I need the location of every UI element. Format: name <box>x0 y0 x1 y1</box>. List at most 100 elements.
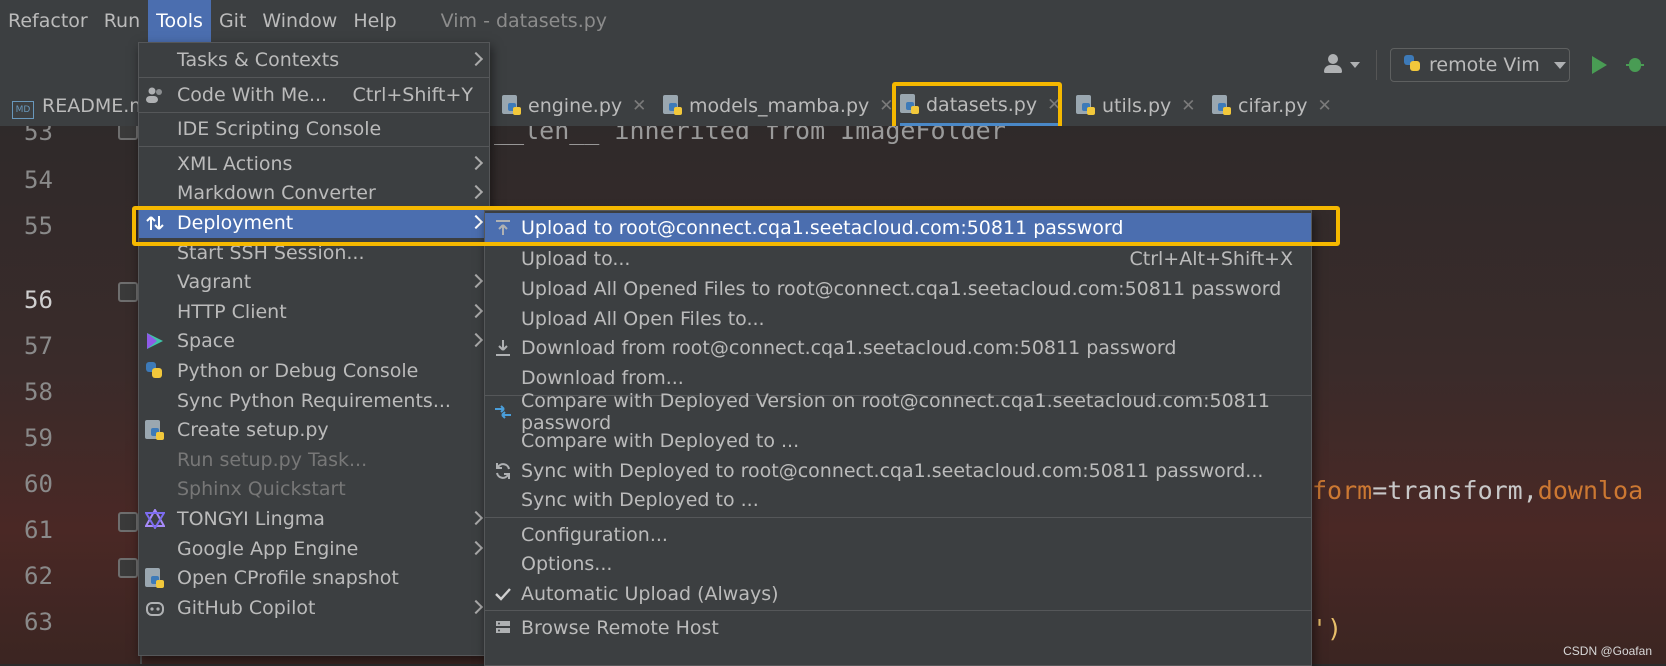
menu-item-tasks-contexts[interactable]: Tasks & Contexts <box>139 45 489 75</box>
submenu-item-upload-to-default[interactable]: Upload to root@connect.cqa1.seetacloud.c… <box>485 213 1311 243</box>
submenu-item-label: Upload to... <box>521 248 631 270</box>
menu-item-label: Open CProfile snapshot <box>177 567 399 589</box>
fold-marker-icon[interactable] <box>118 558 138 578</box>
toolbar-separator <box>1376 50 1377 80</box>
submenu-item-compare-deployed-default[interactable]: Compare with Deployed Version on root@co… <box>485 390 1311 434</box>
line-number: 54 <box>24 166 53 194</box>
python-icon <box>1403 54 1421 77</box>
submenu-item-download-from[interactable]: Download from... <box>485 363 1311 393</box>
menu-separator <box>139 112 489 113</box>
submenu-item-compare-deployed-to[interactable]: Compare with Deployed to ... <box>485 426 1311 456</box>
watermark: CSDN @Goafan <box>1563 644 1652 658</box>
menu-git[interactable]: Git <box>211 0 254 42</box>
tab-label: models_mamba.py <box>689 95 870 117</box>
upload-icon <box>493 218 513 238</box>
submenu-item-upload-to[interactable]: Upload to... Ctrl+Alt+Shift+X <box>485 244 1311 274</box>
download-icon <box>493 338 513 358</box>
menu-item-label: HTTP Client <box>177 301 287 323</box>
close-icon[interactable]: ✕ <box>1317 96 1331 116</box>
chevron-right-icon <box>468 155 484 171</box>
fold-marker-icon[interactable] <box>118 126 138 140</box>
submenu-item-label: Download from... <box>521 367 684 389</box>
menu-item-tongyi-lingma[interactable]: TONGYI Lingma <box>139 504 489 534</box>
code-token: downloa <box>1537 476 1644 505</box>
tab-utils[interactable]: utils.py ✕ <box>1076 86 1196 126</box>
run-config-selector[interactable]: remote Vim <box>1390 48 1570 82</box>
submenu-item-label: Sync with Deployed to ... <box>521 489 759 511</box>
menu-item-label: TONGYI Lingma <box>177 508 325 530</box>
close-icon[interactable]: ✕ <box>1047 95 1061 115</box>
tools-menu: Tasks & Contexts Code With Me... Ctrl+Sh… <box>138 42 490 656</box>
menu-item-http-client[interactable]: HTTP Client <box>139 297 489 327</box>
menu-item-deployment[interactable]: Deployment <box>139 208 489 238</box>
close-icon[interactable]: ✕ <box>632 96 646 116</box>
run-icon[interactable] <box>1592 56 1607 74</box>
menu-item-label: Markdown Converter <box>177 182 376 204</box>
line-number: 58 <box>24 378 53 406</box>
menu-item-label: Run setup.py Task... <box>177 449 368 471</box>
menu-item-sphinx-quickstart: Sphinx Quickstart <box>139 474 489 504</box>
window-title: Vim - datasets.py <box>440 10 608 32</box>
line-number: 56 <box>24 286 53 314</box>
submenu-item-configuration[interactable]: Configuration... <box>485 520 1311 550</box>
menu-run[interactable]: Run <box>96 0 148 42</box>
menu-item-code-with-me[interactable]: Code With Me... Ctrl+Shift+Y <box>139 80 489 110</box>
menu-item-google-app-engine[interactable]: Google App Engine <box>139 534 489 564</box>
people-icon <box>145 85 165 105</box>
menu-item-markdown-converter[interactable]: Markdown Converter <box>139 178 489 208</box>
menu-item-python-debug-console[interactable]: Python or Debug Console <box>139 356 489 386</box>
menu-item-label: Tasks & Contexts <box>177 49 340 71</box>
menu-item-sync-python-requirements[interactable]: Sync Python Requirements... <box>139 386 489 416</box>
tab-label: engine.py <box>528 95 623 117</box>
submenu-item-upload-all-opened[interactable]: Upload All Opened Files to root@connect.… <box>485 274 1311 304</box>
sync-icon <box>493 461 513 481</box>
menu-item-label: GitHub Copilot <box>177 597 316 619</box>
menu-window[interactable]: Window <box>254 0 345 42</box>
menu-tools[interactable]: Tools <box>148 0 211 42</box>
fold-marker-icon[interactable] <box>118 512 138 532</box>
close-icon[interactable]: ✕ <box>879 96 893 116</box>
fold-marker-icon[interactable] <box>118 282 138 302</box>
menu-refactor[interactable]: Refactor <box>0 0 96 42</box>
menu-separator <box>139 146 489 147</box>
submenu-item-browse-remote-host[interactable]: Browse Remote Host <box>485 613 1311 643</box>
menu-item-run-setup-py-task: Run setup.py Task... <box>139 445 489 475</box>
menu-item-label: Sphinx Quickstart <box>177 478 346 500</box>
tab-readme[interactable]: MD README.m <box>12 86 148 126</box>
submenu-item-upload-all-open-to[interactable]: Upload All Open Files to... <box>485 304 1311 334</box>
submenu-item-sync-deployed-default[interactable]: Sync with Deployed to root@connect.cqa1.… <box>485 456 1311 486</box>
submenu-item-automatic-upload[interactable]: Automatic Upload (Always) <box>485 579 1311 609</box>
debug-icon[interactable] <box>1626 54 1644 74</box>
menu-item-start-ssh-session[interactable]: Start SSH Session... <box>139 238 489 268</box>
line-number: 59 <box>24 424 53 452</box>
menu-item-space[interactable]: Space <box>139 326 489 356</box>
menu-item-label: Code With Me... <box>177 84 328 106</box>
submenu-separator <box>485 517 1311 518</box>
menu-item-open-cprofile-snapshot[interactable]: Open CProfile snapshot <box>139 563 489 593</box>
close-icon[interactable]: ✕ <box>1181 96 1195 116</box>
tab-datasets[interactable]: datasets.py ✕ <box>900 86 1062 126</box>
python-file-icon <box>1076 95 1096 117</box>
submenu-item-download-from-default[interactable]: Download from root@connect.cqa1.seetaclo… <box>485 333 1311 363</box>
deployment-submenu: Upload to root@connect.cqa1.seetacloud.c… <box>484 210 1312 666</box>
tab-models-mamba[interactable]: models_mamba.py ✕ <box>663 86 894 126</box>
menu-separator <box>139 77 489 78</box>
menu-item-ide-scripting-console[interactable]: IDE Scripting Console <box>139 114 489 144</box>
submenu-item-label: Automatic Upload (Always) <box>521 583 779 605</box>
tab-engine[interactable]: engine.py ✕ <box>502 86 646 126</box>
tab-label: cifar.py <box>1238 95 1308 117</box>
menu-help[interactable]: Help <box>345 0 404 42</box>
menu-item-label: Start SSH Session... <box>177 242 365 264</box>
menu-item-create-setup-py[interactable]: Create setup.py <box>139 415 489 445</box>
submenu-item-options[interactable]: Options... <box>485 549 1311 579</box>
submenu-item-shortcut: Ctrl+Alt+Shift+X <box>1129 248 1294 270</box>
menu-item-xml-actions[interactable]: XML Actions <box>139 149 489 179</box>
menu-item-vagrant[interactable]: Vagrant <box>139 267 489 297</box>
chevron-right-icon <box>468 599 484 615</box>
menu-item-github-copilot[interactable]: GitHub Copilot <box>139 593 489 623</box>
menu-item-shortcut: Ctrl+Shift+Y <box>352 84 473 106</box>
tab-cifar[interactable]: cifar.py ✕ <box>1212 86 1332 126</box>
user-icon[interactable] <box>1322 52 1366 78</box>
submenu-item-sync-deployed-to[interactable]: Sync with Deployed to ... <box>485 485 1311 515</box>
tab-label: datasets.py <box>926 93 1038 116</box>
